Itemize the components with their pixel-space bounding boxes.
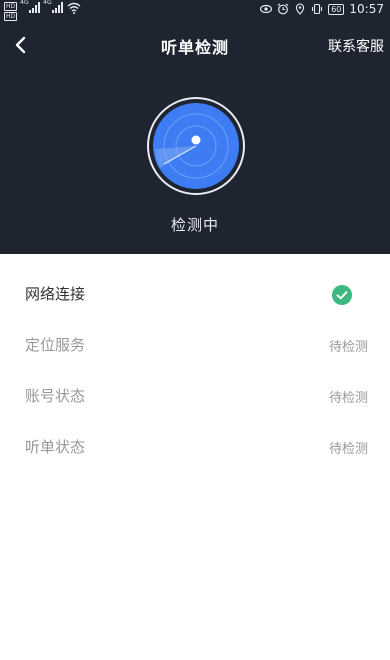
check-item-label: 网络连接 — [25, 285, 86, 303]
hd-indicator-icon: HD HD — [4, 2, 18, 21]
check-item-location: 定位服务 待检测 — [0, 320, 390, 371]
status-time: 10:57 — [349, 2, 384, 16]
wifi-icon — [67, 2, 81, 14]
check-list: 网络连接 定位服务 待检测 账号状态 待检测 听单状态 待检测 — [0, 254, 390, 473]
check-item-network: 网络连接 — [0, 269, 390, 320]
check-item-status: 待检测 — [328, 442, 368, 457]
contact-service-link[interactable]: 联系客服 — [328, 36, 384, 56]
status-bar: HD HD 4G 4G 60 10:57 — [0, 0, 390, 21]
vibrate-icon — [312, 3, 323, 15]
detection-status: 检测中 — [170, 216, 219, 234]
check-item-account: 账号状态 待检测 — [0, 371, 390, 422]
check-item-status: 待检测 — [328, 391, 368, 406]
network-type-label: 4G — [20, 0, 29, 6]
check-circle-icon — [332, 285, 352, 305]
check-item-listening: 听单状态 待检测 — [0, 422, 390, 473]
nav-bar: 听单检测 联系客服 — [0, 28, 390, 64]
check-item-label: 账号状态 — [25, 387, 86, 405]
check-item-status: 待检测 — [328, 340, 368, 355]
radar-scan-icon — [147, 97, 245, 195]
check-item-label: 听单状态 — [25, 438, 86, 456]
location-icon — [296, 3, 305, 15]
signal-icon: 4G — [20, 0, 41, 13]
eye-icon — [260, 4, 273, 14]
alarm-icon — [277, 3, 289, 15]
network-type-label-2: 4G — [43, 0, 52, 6]
check-item-label: 定位服务 — [25, 336, 86, 354]
signal-icon-2: 4G — [43, 0, 64, 13]
battery-icon: 60 — [328, 3, 345, 15]
